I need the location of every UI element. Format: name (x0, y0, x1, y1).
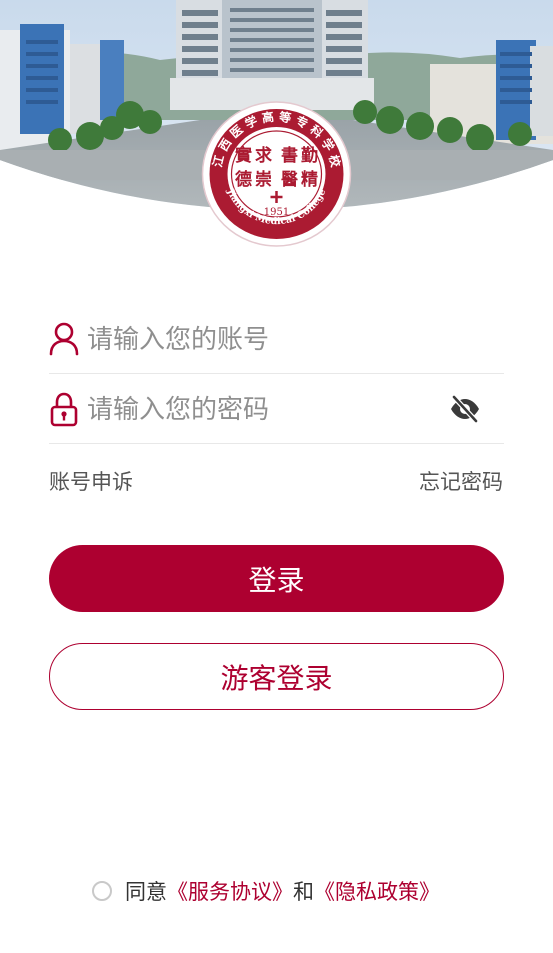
user-icon (49, 322, 79, 356)
service-agreement-link[interactable]: 《服务协议》 (167, 876, 293, 906)
forgot-password-link[interactable]: 忘记密码 (419, 466, 503, 496)
login-button[interactable]: 登录 (49, 545, 504, 612)
svg-text:書: 書 (281, 145, 298, 166)
lock-icon (50, 392, 78, 427)
svg-text:勤: 勤 (301, 146, 318, 166)
agreement-conjunction: 和 (293, 880, 314, 904)
svg-text:德: 德 (235, 169, 252, 190)
privacy-policy-link[interactable]: 《隐私政策》 (314, 876, 440, 906)
password-input[interactable] (87, 388, 447, 432)
agreement-prefix: 同意 (125, 880, 167, 904)
college-logo: 實求 書勤 德崇 醫精 1951 江 西 医 学 高 等 专 科 学 校 Jia… (199, 99, 354, 249)
password-field-row (49, 374, 504, 444)
account-field-row (49, 304, 504, 374)
svg-text:求: 求 (255, 145, 272, 166)
guest-login-button[interactable]: 游客登录 (49, 643, 504, 710)
svg-text:醫: 醫 (281, 170, 298, 190)
svg-text:崇: 崇 (255, 170, 272, 190)
account-appeal-link[interactable]: 账号申诉 (49, 466, 133, 496)
agreement-radio[interactable] (92, 881, 112, 901)
eye-off-icon[interactable] (448, 393, 482, 425)
agreement-row: 同意 《服务协议》 和 《隐私政策》 (92, 877, 440, 905)
svg-text:實: 實 (235, 145, 252, 166)
svg-text:精: 精 (301, 169, 318, 190)
account-input[interactable] (87, 318, 447, 362)
